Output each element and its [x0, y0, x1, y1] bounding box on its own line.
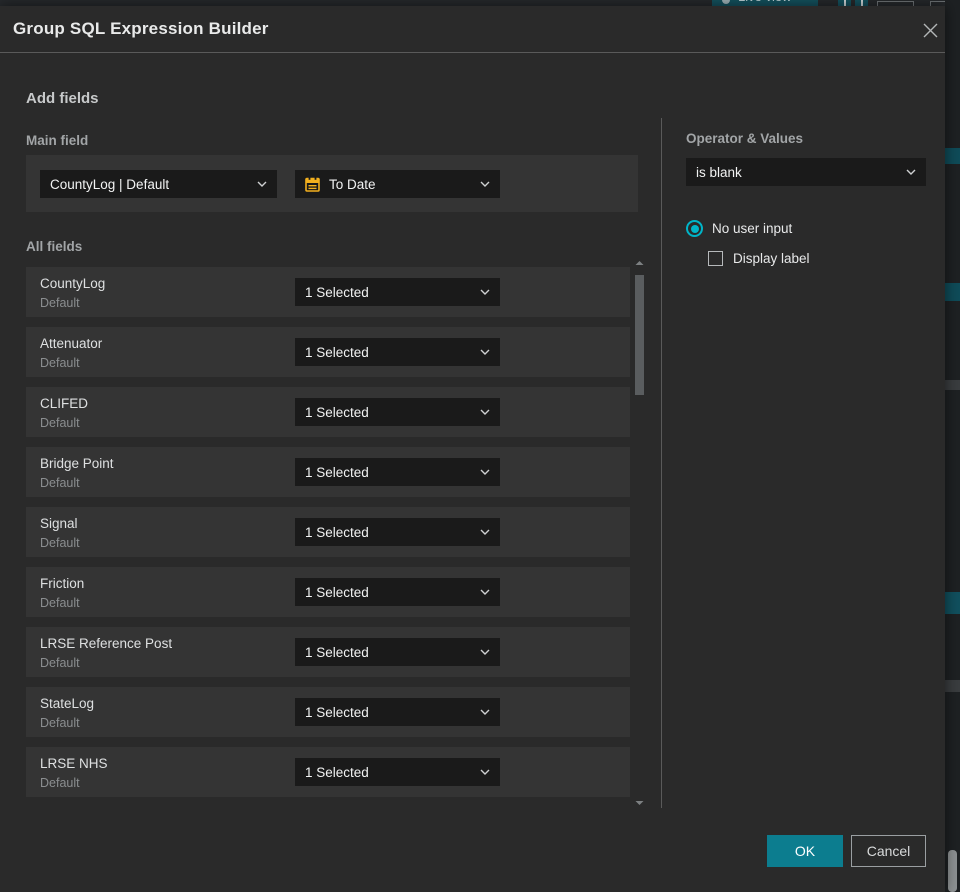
chevron-down-icon [257, 181, 267, 187]
field-subtitle: Default [40, 536, 80, 550]
field-selected-dropdown[interactable]: 1 Selected [295, 278, 500, 306]
field-selected-dropdown[interactable]: 1 Selected [295, 398, 500, 426]
chevron-down-icon [480, 469, 490, 475]
close-icon[interactable] [918, 18, 942, 42]
no-user-input-radio[interactable]: No user input [686, 220, 792, 237]
live-view-dot-icon [722, 0, 730, 4]
date-type-select-value: To Date [329, 176, 376, 192]
main-field-select[interactable]: CountyLog | Default [40, 170, 277, 198]
panel-divider [661, 118, 662, 808]
chevron-down-icon [480, 769, 490, 775]
field-subtitle: Default [40, 716, 80, 730]
field-name: LRSE Reference Post [40, 636, 173, 651]
scroll-down-icon[interactable] [633, 798, 646, 808]
field-subtitle: Default [40, 296, 80, 310]
field-selected-value: 1 Selected [305, 704, 369, 720]
field-name: Bridge Point [40, 456, 114, 471]
operator-select[interactable]: is blank [686, 158, 926, 186]
scrollbar-thumb[interactable] [635, 275, 644, 395]
field-list-item[interactable]: StateLog Default 1 Selected [26, 687, 630, 737]
field-selected-dropdown[interactable]: 1 Selected [295, 578, 500, 606]
chevron-down-icon [480, 409, 490, 415]
field-selected-value: 1 Selected [305, 524, 369, 540]
field-list-item[interactable]: Friction Default 1 Selected [26, 567, 630, 617]
dialog-titlebar: Group SQL Expression Builder [0, 6, 945, 53]
field-selected-value: 1 Selected [305, 404, 369, 420]
main-field-select-value: CountyLog | Default [50, 176, 170, 192]
chevron-down-icon [906, 169, 916, 175]
field-list-item[interactable]: Signal Default 1 Selected [26, 507, 630, 557]
chevron-down-icon [480, 181, 490, 187]
field-list-item[interactable]: CLIFED Default 1 Selected [26, 387, 630, 437]
field-name: Attenuator [40, 336, 103, 351]
field-subtitle: Default [40, 776, 80, 790]
field-list-item[interactable]: LRSE Reference Post Default 1 Selected [26, 627, 630, 677]
chevron-down-icon [480, 709, 490, 715]
add-fields-heading: Add fields [26, 90, 99, 107]
field-name: CLIFED [40, 396, 89, 411]
field-selected-value: 1 Selected [305, 284, 369, 300]
chevron-down-icon [480, 349, 490, 355]
field-selected-dropdown[interactable]: 1 Selected [295, 458, 500, 486]
dialog-title: Group SQL Expression Builder [13, 19, 269, 38]
cancel-button[interactable]: Cancel [851, 835, 926, 867]
field-name: StateLog [40, 696, 95, 711]
background-element [945, 680, 960, 692]
field-subtitle: Default [40, 476, 80, 490]
main-field-heading: Main field [26, 133, 89, 148]
radio-selected-icon [686, 220, 703, 237]
background-scrollbar-thumb[interactable] [948, 850, 957, 892]
background-element [945, 283, 960, 301]
field-subtitle: Default [40, 596, 80, 610]
field-list-scrollbar[interactable] [633, 258, 646, 808]
chevron-down-icon [480, 649, 490, 655]
field-name: Signal [40, 516, 78, 531]
group-sql-expression-builder-dialog: Group SQL Expression Builder Add fields … [0, 6, 945, 892]
no-user-input-label: No user input [712, 221, 793, 236]
field-selected-dropdown[interactable]: 1 Selected [295, 518, 500, 546]
field-name: LRSE NHS [40, 756, 108, 771]
field-name: Friction [40, 576, 85, 591]
field-selected-value: 1 Selected [305, 464, 369, 480]
background-app-right-strip [945, 0, 960, 892]
date-type-select[interactable]: To Date [295, 170, 500, 198]
all-fields-list: CountyLog Default 1 Selected Attenuator … [26, 267, 630, 807]
live-view-label: Live view [738, 0, 791, 4]
field-list-item[interactable]: LRSE NHS Default 1 Selected [26, 747, 630, 797]
field-subtitle: Default [40, 356, 80, 370]
chevron-down-icon [480, 589, 490, 595]
main-field-panel: CountyLog | Default To Date [26, 155, 638, 212]
field-name: CountyLog [40, 276, 106, 291]
operator-select-value: is blank [696, 164, 742, 180]
field-subtitle: Default [40, 416, 80, 430]
ok-button[interactable]: OK [767, 835, 843, 867]
field-selected-dropdown[interactable]: 1 Selected [295, 638, 500, 666]
field-list-item[interactable]: Attenuator Default 1 Selected [26, 327, 630, 377]
field-selected-value: 1 Selected [305, 764, 369, 780]
field-selected-dropdown[interactable]: 1 Selected [295, 338, 500, 366]
field-subtitle: Default [40, 656, 80, 670]
checkbox-unchecked-icon [708, 251, 723, 266]
field-selected-value: 1 Selected [305, 344, 369, 360]
field-list-item[interactable]: CountyLog Default 1 Selected [26, 267, 630, 317]
background-element [945, 380, 960, 390]
background-element [945, 592, 960, 614]
field-selected-dropdown[interactable]: 1 Selected [295, 758, 500, 786]
display-label-label: Display label [733, 251, 810, 266]
display-label-checkbox[interactable]: Display label [708, 251, 810, 266]
field-selected-dropdown[interactable]: 1 Selected [295, 698, 500, 726]
chevron-down-icon [480, 289, 490, 295]
chevron-down-icon [480, 529, 490, 535]
scroll-up-icon[interactable] [633, 258, 646, 268]
calendar-icon [305, 176, 320, 192]
all-fields-heading: All fields [26, 239, 83, 254]
operator-values-heading: Operator & Values [686, 131, 804, 146]
field-selected-value: 1 Selected [305, 584, 369, 600]
field-selected-value: 1 Selected [305, 644, 369, 660]
field-list-item[interactable]: Bridge Point Default 1 Selected [26, 447, 630, 497]
background-element [945, 148, 960, 164]
